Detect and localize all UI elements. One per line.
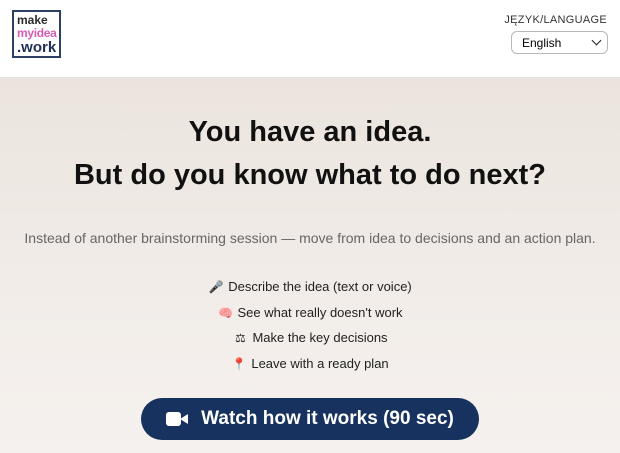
hero-section: You have an idea. But do you know what t…	[0, 78, 620, 453]
feature-item: 🎤 Describe the idea (text or voice)	[0, 278, 620, 304]
language-label: JĘZYK/LANGUAGE	[504, 14, 607, 26]
logo-text-work: .work	[17, 39, 57, 56]
feature-list: 🎤 Describe the idea (text or voice) 🧠 See …	[0, 278, 620, 380]
feature-text: See what really doesn't work	[237, 304, 403, 320]
feature-item: ⚖ Make the key decisions	[0, 329, 620, 355]
hero-title-line2: But do you know what to do next?	[73, 159, 546, 191]
logo[interactable]: make myidea .work	[12, 10, 61, 58]
hero-title-line1: You have an idea.	[188, 116, 432, 148]
feature-item: 🧠 See what really doesn't work	[0, 304, 620, 330]
feature-text: Make the key decisions	[252, 330, 388, 345]
feature-item: 📍 Leave with a ready plan	[0, 355, 620, 381]
feature-text: Leave with a ready plan	[251, 355, 389, 371]
scales-icon: ⚖	[235, 331, 246, 345]
language-selected-value: English	[522, 36, 562, 50]
chevron-down-icon	[591, 35, 602, 46]
watch-video-button[interactable]: Watch how it works (90 sec)	[141, 398, 479, 440]
video-camera-icon	[166, 411, 189, 427]
pin-icon: 📍	[231, 356, 247, 371]
microphone-icon: 🎤	[208, 280, 224, 294]
watch-video-label: Watch how it works (90 sec)	[201, 408, 454, 429]
site-header: make myidea .work JĘZYK/LANGUAGE English	[0, 0, 620, 78]
feature-text: Describe the idea (text or voice)	[228, 279, 412, 294]
hero-subtitle: Instead of another brainstorming session…	[24, 230, 596, 246]
language-select[interactable]: English	[511, 31, 608, 54]
brain-icon: 🧠	[217, 305, 233, 320]
